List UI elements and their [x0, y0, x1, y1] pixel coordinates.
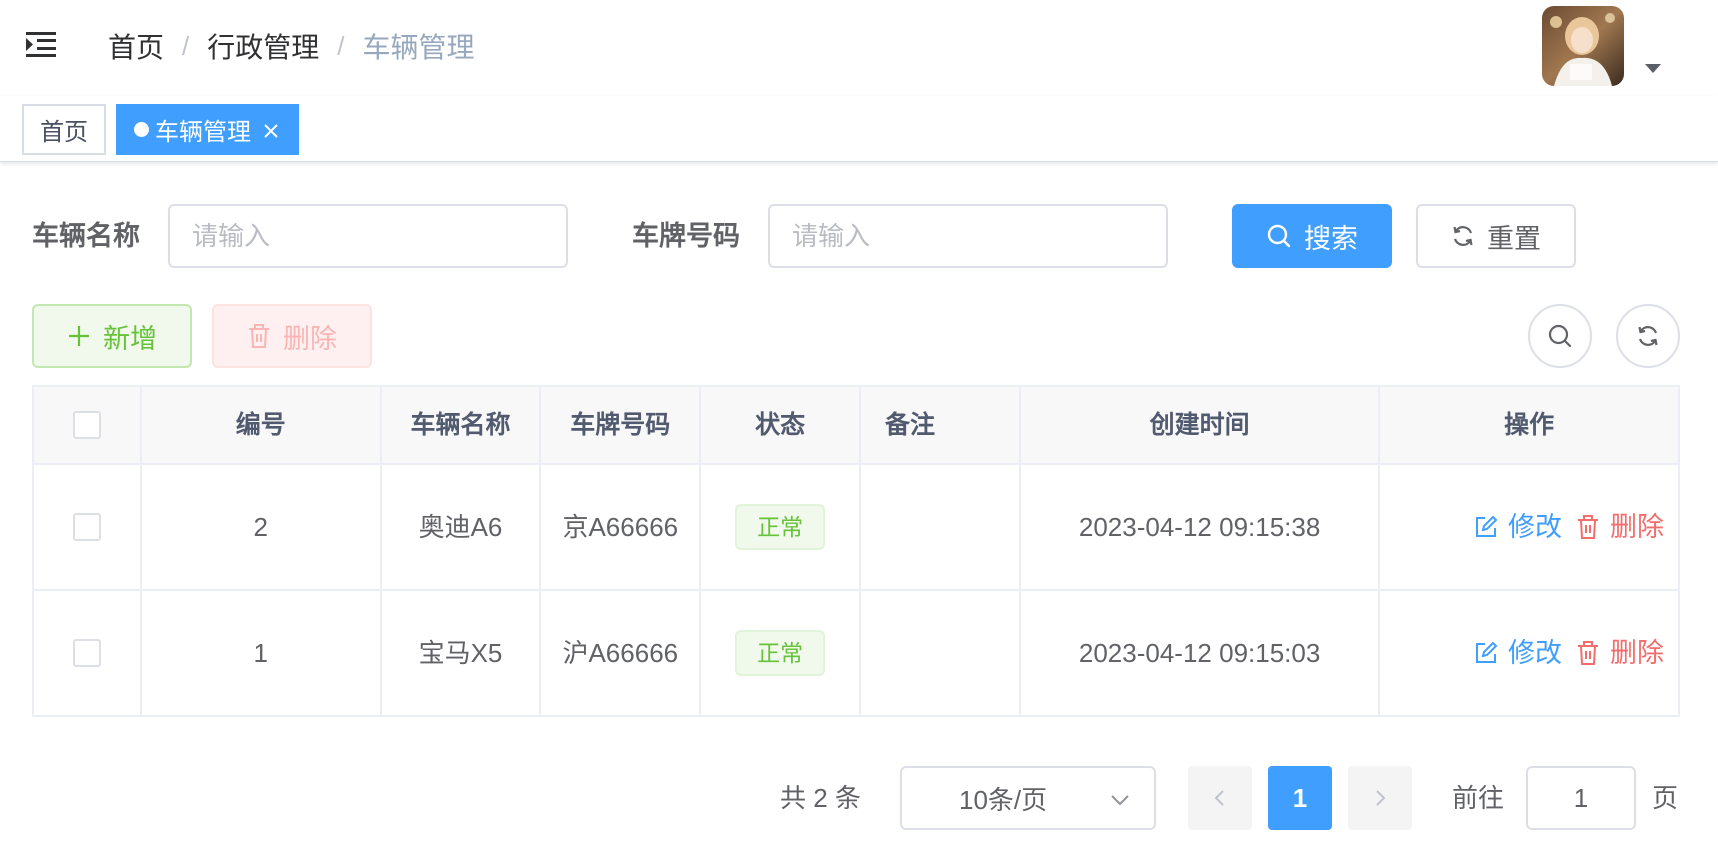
- refresh-icon: [1453, 226, 1473, 246]
- cell-name: 奥迪A6: [381, 465, 542, 591]
- delete-link[interactable]: 删除: [1576, 630, 1664, 676]
- column-header-created[interactable]: 创建时间: [1020, 387, 1381, 465]
- cell-remark: [861, 591, 1021, 717]
- caret-down-icon[interactable]: [1645, 64, 1661, 73]
- row-checkbox[interactable]: [72, 639, 101, 667]
- close-icon[interactable]: [261, 120, 281, 140]
- search-icon: [1267, 224, 1291, 248]
- cell-actions: 修改 删除: [1380, 465, 1681, 591]
- cell-id: 2: [141, 465, 382, 591]
- prev-page-button[interactable]: [1188, 766, 1252, 830]
- delete-link[interactable]: 删除: [1576, 504, 1664, 550]
- goto-page-input[interactable]: [1526, 766, 1636, 830]
- refresh-icon: [1638, 326, 1658, 346]
- search-button[interactable]: 搜索: [1232, 204, 1392, 268]
- chevron-left-icon: [1214, 790, 1224, 806]
- pagination-total: 共 2 条: [780, 783, 861, 813]
- refresh-table-button[interactable]: [1616, 304, 1680, 368]
- breadcrumb: 首页 / 行政管理 / 车辆管理: [108, 26, 475, 66]
- active-dot-icon: [134, 122, 149, 137]
- edit-link[interactable]: 修改: [1474, 630, 1562, 676]
- breadcrumb-item-home[interactable]: 首页: [108, 26, 164, 66]
- tag-home-label: 首页: [40, 119, 88, 146]
- reset-button-label: 重置: [1487, 223, 1541, 254]
- column-header-status[interactable]: 状态: [701, 387, 861, 465]
- edit-icon: [1476, 515, 1498, 537]
- bulk-delete-button[interactable]: 删除: [212, 304, 372, 368]
- row-select-cell: [34, 465, 142, 591]
- edit-link[interactable]: 修改: [1474, 504, 1562, 550]
- page-size-select[interactable]: 10条/页: [900, 766, 1156, 830]
- column-header-id[interactable]: 编号: [141, 387, 382, 465]
- column-header-plate[interactable]: 车牌号码: [541, 387, 702, 465]
- table-row[interactable]: 2 奥迪A6 京A66666 正常 2023-04-12 09:15:38 修改…: [34, 465, 1681, 591]
- breadcrumb-separator: /: [337, 30, 345, 61]
- plate-text: 京A66666: [562, 512, 679, 542]
- table-row[interactable]: 1 宝马X5 沪A66666 正常 2023-04-12 09:15:03 修改…: [34, 591, 1681, 717]
- cell-status: 正常: [701, 591, 862, 717]
- vehicle-name-input[interactable]: [168, 204, 568, 268]
- toggle-search-button[interactable]: [1528, 304, 1592, 368]
- plate-number-input[interactable]: [768, 204, 1168, 268]
- trash-icon: [249, 324, 269, 348]
- breadcrumb-separator: /: [182, 30, 190, 61]
- select-all-checkbox[interactable]: [72, 411, 101, 439]
- plus-icon: [69, 326, 89, 346]
- status-badge: 正常: [735, 504, 826, 550]
- avatar[interactable]: [1542, 6, 1624, 86]
- column-header-actions: 操作: [1380, 387, 1680, 465]
- reset-button[interactable]: 重置: [1416, 204, 1576, 268]
- delete-link-label: 删除: [1610, 512, 1665, 542]
- cell-created: 2023-04-12 09:15:38: [1020, 465, 1381, 591]
- edit-link-label: 修改: [1508, 512, 1563, 542]
- page-size-value: 10条/页: [959, 784, 1048, 815]
- search-button-label: 搜索: [1304, 223, 1358, 254]
- tag-home[interactable]: 首页: [22, 104, 106, 155]
- column-header-remark[interactable]: 备注: [860, 387, 1021, 465]
- row-select-cell: [34, 591, 142, 717]
- cell-id: 1: [141, 591, 382, 717]
- header-select-cell: [34, 387, 142, 465]
- page-number-current[interactable]: 1: [1268, 766, 1332, 830]
- tag-vehicle-management[interactable]: 车辆管理: [116, 104, 299, 155]
- cell-plate: 京A66666: [541, 465, 702, 591]
- cell-plate: 沪A66666: [541, 591, 702, 717]
- tags-view: 首页 车辆管理: [0, 96, 1718, 162]
- table-header-row: 编号 车辆名称 车牌号码 状态 备注 创建时间 操作: [34, 387, 1680, 465]
- delete-link-label: 删除: [1610, 638, 1665, 668]
- hamburger-icon[interactable]: [24, 28, 58, 62]
- cell-remark: [861, 465, 1021, 591]
- page-suffix-label: 页: [1652, 783, 1679, 813]
- add-button[interactable]: 新增: [32, 304, 192, 368]
- trash-icon: [1578, 515, 1599, 539]
- tag-active-label: 车辆管理: [155, 119, 251, 146]
- vehicle-table: 编号 车辆名称 车牌号码 状态 备注 创建时间 操作 2 奥迪A6 京A6666…: [32, 385, 1681, 717]
- chevron-down-icon: [1111, 795, 1129, 806]
- breadcrumb-item-current: 车辆管理: [362, 32, 475, 63]
- bulk-delete-button-label: 删除: [283, 323, 337, 354]
- search-icon: [1548, 324, 1572, 348]
- edit-icon: [1476, 641, 1498, 663]
- vehicle-name-label: 车辆名称: [32, 221, 140, 251]
- cell-status: 正常: [701, 465, 862, 591]
- breadcrumb-item-admin[interactable]: 行政管理: [207, 26, 319, 66]
- status-badge: 正常: [735, 630, 826, 676]
- row-checkbox[interactable]: [72, 513, 101, 541]
- next-page-button[interactable]: [1348, 766, 1412, 830]
- goto-label: 前往: [1452, 783, 1505, 813]
- add-button-label: 新增: [103, 323, 157, 354]
- cell-name: 宝马X5: [381, 591, 542, 717]
- chevron-right-icon: [1376, 790, 1386, 806]
- plate-number-label: 车牌号码: [632, 221, 740, 251]
- column-header-name[interactable]: 车辆名称: [381, 387, 542, 465]
- cell-actions: 修改 删除: [1380, 591, 1681, 717]
- trash-icon: [1578, 641, 1599, 665]
- navbar: 首页 / 行政管理 / 车辆管理: [0, 0, 1718, 96]
- plate-text: 沪A66666: [562, 638, 679, 668]
- cell-created: 2023-04-12 09:15:03: [1020, 591, 1381, 717]
- edit-link-label: 修改: [1508, 638, 1563, 668]
